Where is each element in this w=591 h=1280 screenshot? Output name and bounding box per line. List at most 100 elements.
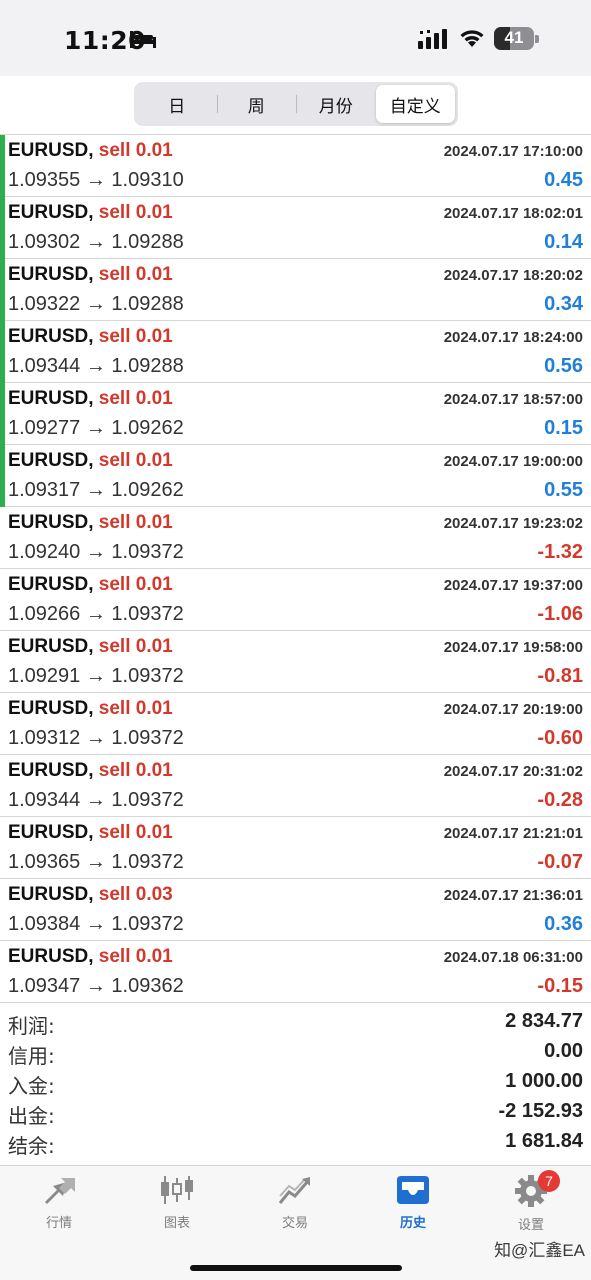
watermark-text: 知@汇鑫EA <box>494 1241 585 1260</box>
trade-profit-loss: -0.60 <box>537 727 583 749</box>
trade-profit-loss: -0.07 <box>537 851 583 873</box>
trade-symbol: EURUSD, sell 0.01 <box>8 946 173 968</box>
profit-indicator-bar <box>0 259 5 321</box>
trade-prices: 1.09240 → 1.09372 <box>8 541 184 563</box>
segment-label: 自定义 <box>389 96 441 117</box>
trade-side: sell 0.01 <box>98 946 173 967</box>
history-inbox-icon <box>397 1176 429 1204</box>
summary-label: 信用: <box>8 1044 55 1068</box>
trade-datetime: 2024.07.17 17:10:00 <box>443 143 583 160</box>
home-indicator[interactable] <box>190 1265 402 1271</box>
battery-percent: 41 <box>504 28 524 47</box>
symbol-name: EURUSD, <box>8 450 94 471</box>
symbol-name: EURUSD, <box>8 884 94 905</box>
summary-deposit: 入金: 1 000.00 <box>0 1070 591 1100</box>
symbol-name: EURUSD, <box>8 822 94 843</box>
tab-settings[interactable]: 7 设置 <box>472 1170 590 1240</box>
profit-indicator-bar <box>0 197 5 259</box>
segment-month[interactable]: 月份 <box>296 85 376 123</box>
summary-value: 2 834.77 <box>505 1010 583 1032</box>
trade-prices: 1.09384 → 1.09372 <box>8 913 184 935</box>
trade-side: sell 0.01 <box>98 450 173 471</box>
segment-label: 月份 <box>318 96 353 117</box>
trade-profit-loss: -1.32 <box>537 541 583 563</box>
trade-datetime: 2024.07.17 18:20:02 <box>443 267 583 284</box>
segment-label: 日 <box>168 96 186 117</box>
trade-row[interactable]: EURUSD, sell 0.01 2024.07.17 20:31:02 1.09… <box>0 755 591 817</box>
tab-chart[interactable]: 图表 <box>118 1174 236 1240</box>
trade-chart-icon <box>278 1177 310 1204</box>
trade-symbol: EURUSD, sell 0.01 <box>8 822 173 844</box>
summary-value: -2 152.93 <box>498 1100 583 1122</box>
trade-row[interactable]: EURUSD, sell 0.01 2024.07.17 21:21:01 1.09… <box>0 817 591 879</box>
trade-side: sell 0.01 <box>98 140 173 161</box>
battery-indicator: 41 <box>494 27 540 50</box>
trade-row[interactable]: EURUSD, sell 0.01 2024.07.17 19:58:00 1.09… <box>0 631 591 693</box>
trade-history-list: EURUSD, sell 0.01 2024.07.17 17:10:00 1.09… <box>0 134 591 1003</box>
summary-label: 结余: <box>8 1134 55 1158</box>
tab-label: 行情 <box>45 1216 72 1231</box>
trade-datetime: 2024.07.17 18:57:00 <box>443 391 583 408</box>
trade-symbol: EURUSD, sell 0.01 <box>8 264 173 286</box>
trade-row[interactable]: EURUSD, sell 0.01 2024.07.17 19:00:00 1.09… <box>0 445 591 507</box>
summary-withdrawal: 出金: -2 152.93 <box>0 1100 591 1130</box>
trade-datetime: 2024.07.17 19:23:02 <box>443 515 583 532</box>
trade-profit-loss: -1.06 <box>537 603 583 625</box>
summary-profit: 利润: 2 834.77 <box>0 1010 591 1040</box>
trade-side: sell 0.01 <box>98 760 173 781</box>
trade-profit-loss: 0.45 <box>544 169 583 191</box>
trade-side: sell 0.01 <box>98 202 173 223</box>
trade-datetime: 2024.07.17 20:31:02 <box>443 763 583 780</box>
sleep-focus-bed-icon <box>130 31 156 48</box>
trade-row[interactable]: EURUSD, sell 0.01 2024.07.17 18:57:00 1.09… <box>0 383 591 445</box>
trade-profit-loss: -0.81 <box>537 665 583 687</box>
summary-value: 1 681.84 <box>505 1130 583 1152</box>
symbol-name: EURUSD, <box>8 512 94 533</box>
account-summary: 利润: 2 834.77 信用: 0.00 入金: 1 000.00 出金: -… <box>0 1010 591 1160</box>
symbol-name: EURUSD, <box>8 140 94 161</box>
trade-prices: 1.09302 → 1.09288 <box>8 231 184 253</box>
symbol-name: EURUSD, <box>8 202 94 223</box>
tab-label: 图表 <box>163 1216 190 1231</box>
trade-symbol: EURUSD, sell 0.01 <box>8 326 173 348</box>
trade-row[interactable]: EURUSD, sell 0.01 2024.07.17 19:23:02 1.09… <box>0 507 591 569</box>
summary-value: 0.00 <box>544 1040 583 1062</box>
trade-symbol: EURUSD, sell 0.01 <box>8 698 173 720</box>
segment-week[interactable]: 周 <box>216 85 297 123</box>
tab-history[interactable]: 历史 <box>354 1174 472 1240</box>
trade-row[interactable]: EURUSD, sell 0.01 2024.07.17 18:24:00 1.09… <box>0 321 591 383</box>
trade-profit-loss: -0.28 <box>537 789 583 811</box>
quotes-arrows-icon <box>45 1178 75 1204</box>
segment-custom[interactable]: 自定义 <box>375 85 455 123</box>
trade-prices: 1.09344 → 1.09288 <box>8 355 184 377</box>
tab-label: 历史 <box>399 1216 426 1231</box>
trade-symbol: EURUSD, sell 0.01 <box>8 450 173 472</box>
trade-side: sell 0.01 <box>98 574 173 595</box>
trade-symbol: EURUSD, sell 0.01 <box>8 760 173 782</box>
trade-datetime: 2024.07.17 18:02:01 <box>443 205 583 222</box>
trade-side: sell 0.01 <box>98 636 173 657</box>
trade-datetime: 2024.07.18 06:31:00 <box>443 949 583 966</box>
tab-label: 交易 <box>281 1216 308 1231</box>
trade-row[interactable]: EURUSD, sell 0.01 2024.07.18 06:31:00 1.09… <box>0 941 591 1003</box>
tab-label: 设置 <box>517 1218 544 1233</box>
summary-label: 出金: <box>8 1104 55 1128</box>
trade-datetime: 2024.07.17 21:21:01 <box>443 825 583 842</box>
trade-prices: 1.09317 → 1.09262 <box>8 479 184 501</box>
trade-profit-loss: 0.55 <box>544 479 583 501</box>
trade-row[interactable]: EURUSD, sell 0.01 2024.07.17 17:10:00 1.09… <box>0 135 591 197</box>
trade-side: sell 0.01 <box>98 512 173 533</box>
trade-row[interactable]: EURUSD, sell 0.01 2024.07.17 18:20:02 1.09… <box>0 259 591 321</box>
settings-badge: 7 <box>538 1170 560 1192</box>
segment-day[interactable]: 日 <box>137 85 217 123</box>
tab-trade[interactable]: 交易 <box>236 1174 354 1240</box>
trade-row[interactable]: EURUSD, sell 0.01 2024.07.17 19:37:00 1.09… <box>0 569 591 631</box>
tab-quotes[interactable]: 行情 <box>0 1174 118 1240</box>
trade-row[interactable]: EURUSD, sell 0.01 2024.07.17 20:19:00 1.09… <box>0 693 591 755</box>
trade-row[interactable]: EURUSD, sell 0.01 2024.07.17 18:02:01 1.09… <box>0 197 591 259</box>
trade-row[interactable]: EURUSD, sell 0.03 2024.07.17 21:36:01 1.09… <box>0 879 591 941</box>
profit-indicator-bar <box>0 321 5 383</box>
trade-prices: 1.09355 → 1.09310 <box>8 169 184 191</box>
trade-prices: 1.09291 → 1.09372 <box>8 665 184 687</box>
trade-datetime: 2024.07.17 20:19:00 <box>443 701 583 718</box>
